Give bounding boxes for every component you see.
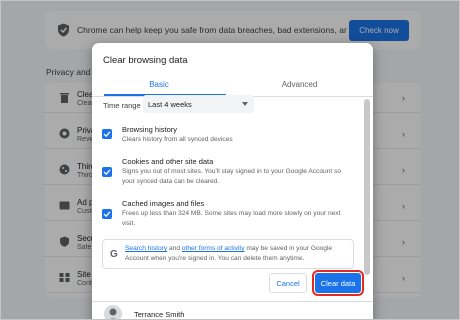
option-title: Cookies and other site data [122,157,214,166]
avatar [104,305,122,319]
option-desc: Frees up less than 324 MB. Some sites ma… [122,210,341,227]
tab-advanced[interactable]: Advanced [226,73,373,95]
other-activity-link[interactable]: other forms of activity [182,245,245,252]
checkmark-icon [103,211,111,218]
time-range-label: Time range [103,101,141,110]
cookies-checkbox[interactable] [102,167,112,177]
cached-images-checkbox[interactable] [102,209,112,219]
dropdown-arrow-icon [242,102,248,106]
account-name: Terrance Smith [134,310,185,319]
time-range-select[interactable]: Last 4 weeks [143,95,254,113]
cancel-button[interactable]: Cancel [269,273,307,293]
notice-mid: and [167,245,182,252]
option-title: Browsing history [122,125,178,134]
time-range-value: Last 4 weeks [148,99,192,109]
checkmark-icon [103,131,111,138]
browsing-history-checkbox[interactable] [102,129,112,139]
option-desc: Clears history from all synced devices [122,136,233,143]
search-history-link[interactable]: Search history [125,245,167,252]
google-icon: G [110,249,118,260]
dialog-title: Clear browsing data [103,55,188,66]
checkmark-icon [103,169,111,176]
option-desc: Signs you out of most sites. You'll stay… [122,168,341,185]
tab-basic[interactable]: Basic [92,73,226,95]
clear-browsing-data-dialog: Clear browsing data Basic Advanced Time … [92,43,373,319]
option-title: Cached images and files [122,199,205,208]
clear-data-button[interactable]: Clear data [312,270,364,296]
account-divider [92,301,373,302]
notice-text: Search history and other forms of activi… [125,244,351,264]
window-frame: Chrome can help keep you safe from data … [0,0,460,320]
dialog-scrollbar[interactable] [364,99,370,275]
google-activity-notice: G Search history and other forms of acti… [102,239,354,269]
person-icon [109,308,117,319]
